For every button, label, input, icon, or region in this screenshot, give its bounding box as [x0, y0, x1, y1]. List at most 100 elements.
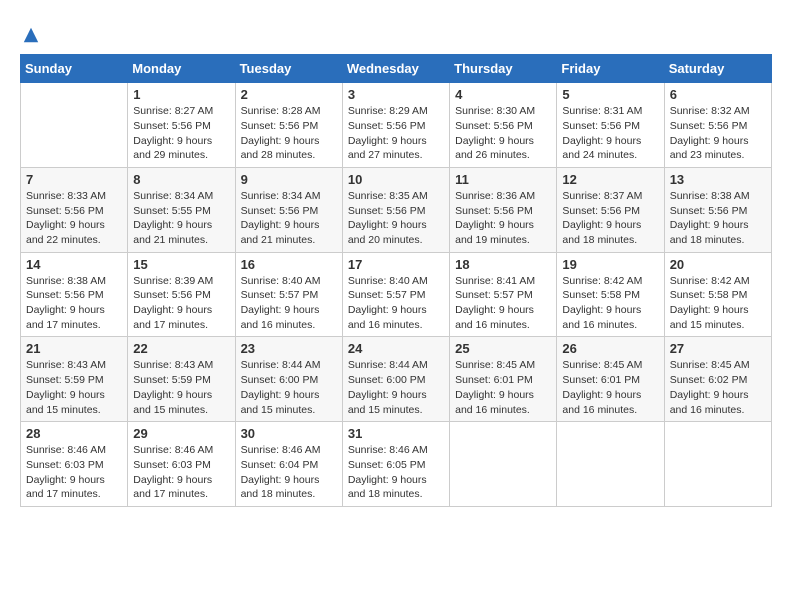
sunrise-text: Sunrise: 8:34 AM — [241, 190, 321, 202]
sunrise-text: Sunrise: 8:45 AM — [670, 359, 750, 371]
day-number: 11 — [455, 172, 551, 187]
sunset-text: Sunset: 5:56 PM — [455, 205, 533, 217]
day-number: 5 — [562, 87, 658, 102]
day-info: Sunrise: 8:40 AM Sunset: 5:57 PM Dayligh… — [241, 274, 337, 333]
sunset-text: Sunset: 5:56 PM — [562, 205, 640, 217]
sunset-text: Sunset: 5:56 PM — [670, 205, 748, 217]
day-info: Sunrise: 8:34 AM Sunset: 5:55 PM Dayligh… — [133, 189, 229, 248]
calendar-week-row: 21 Sunrise: 8:43 AM Sunset: 5:59 PM Dayl… — [21, 337, 772, 422]
day-info: Sunrise: 8:45 AM Sunset: 6:02 PM Dayligh… — [670, 358, 766, 417]
day-number: 12 — [562, 172, 658, 187]
day-info: Sunrise: 8:41 AM Sunset: 5:57 PM Dayligh… — [455, 274, 551, 333]
sunset-text: Sunset: 6:00 PM — [348, 374, 426, 386]
sunrise-text: Sunrise: 8:44 AM — [241, 359, 321, 371]
daylight-text: Daylight: 9 hours and 16 minutes. — [670, 389, 749, 416]
daylight-text: Daylight: 9 hours and 16 minutes. — [348, 304, 427, 331]
sunset-text: Sunset: 5:56 PM — [348, 205, 426, 217]
calendar-day-cell: 12 Sunrise: 8:37 AM Sunset: 5:56 PM Dayl… — [557, 167, 664, 252]
sunrise-text: Sunrise: 8:37 AM — [562, 190, 642, 202]
calendar-day-cell: 1 Sunrise: 8:27 AM Sunset: 5:56 PM Dayli… — [128, 83, 235, 168]
calendar-day-cell — [450, 422, 557, 507]
daylight-text: Daylight: 9 hours and 17 minutes. — [26, 304, 105, 331]
sunrise-text: Sunrise: 8:46 AM — [133, 444, 213, 456]
daylight-text: Daylight: 9 hours and 15 minutes. — [348, 389, 427, 416]
day-number: 22 — [133, 341, 229, 356]
daylight-text: Daylight: 9 hours and 22 minutes. — [26, 219, 105, 246]
day-number: 8 — [133, 172, 229, 187]
day-info: Sunrise: 8:34 AM Sunset: 5:56 PM Dayligh… — [241, 189, 337, 248]
sunset-text: Sunset: 5:56 PM — [670, 120, 748, 132]
daylight-text: Daylight: 9 hours and 26 minutes. — [455, 135, 534, 162]
day-info: Sunrise: 8:35 AM Sunset: 5:56 PM Dayligh… — [348, 189, 444, 248]
calendar-day-cell: 29 Sunrise: 8:46 AM Sunset: 6:03 PM Dayl… — [128, 422, 235, 507]
calendar-day-cell — [664, 422, 771, 507]
daylight-text: Daylight: 9 hours and 17 minutes. — [26, 474, 105, 501]
page-container: SundayMondayTuesdayWednesdayThursdayFrid… — [20, 20, 772, 507]
sunset-text: Sunset: 5:57 PM — [455, 289, 533, 301]
sunset-text: Sunset: 5:56 PM — [133, 289, 211, 301]
calendar-day-cell: 14 Sunrise: 8:38 AM Sunset: 5:56 PM Dayl… — [21, 252, 128, 337]
sunset-text: Sunset: 6:02 PM — [670, 374, 748, 386]
calendar-day-cell: 9 Sunrise: 8:34 AM Sunset: 5:56 PM Dayli… — [235, 167, 342, 252]
calendar-day-cell: 8 Sunrise: 8:34 AM Sunset: 5:55 PM Dayli… — [128, 167, 235, 252]
day-info: Sunrise: 8:43 AM Sunset: 5:59 PM Dayligh… — [133, 358, 229, 417]
calendar-day-cell: 5 Sunrise: 8:31 AM Sunset: 5:56 PM Dayli… — [557, 83, 664, 168]
day-info: Sunrise: 8:46 AM Sunset: 6:03 PM Dayligh… — [133, 443, 229, 502]
sunrise-text: Sunrise: 8:41 AM — [455, 275, 535, 287]
calendar-table: SundayMondayTuesdayWednesdayThursdayFrid… — [20, 54, 772, 507]
day-info: Sunrise: 8:33 AM Sunset: 5:56 PM Dayligh… — [26, 189, 122, 248]
day-number: 4 — [455, 87, 551, 102]
day-number: 29 — [133, 426, 229, 441]
day-number: 20 — [670, 257, 766, 272]
calendar-day-cell: 31 Sunrise: 8:46 AM Sunset: 6:05 PM Dayl… — [342, 422, 449, 507]
calendar-day-cell: 25 Sunrise: 8:45 AM Sunset: 6:01 PM Dayl… — [450, 337, 557, 422]
sunset-text: Sunset: 5:58 PM — [562, 289, 640, 301]
daylight-text: Daylight: 9 hours and 15 minutes. — [241, 389, 320, 416]
day-number: 9 — [241, 172, 337, 187]
daylight-text: Daylight: 9 hours and 27 minutes. — [348, 135, 427, 162]
sunrise-text: Sunrise: 8:42 AM — [670, 275, 750, 287]
calendar-day-cell: 18 Sunrise: 8:41 AM Sunset: 5:57 PM Dayl… — [450, 252, 557, 337]
sunrise-text: Sunrise: 8:39 AM — [133, 275, 213, 287]
header — [20, 20, 772, 44]
calendar-day-cell: 13 Sunrise: 8:38 AM Sunset: 5:56 PM Dayl… — [664, 167, 771, 252]
sunrise-text: Sunrise: 8:30 AM — [455, 105, 535, 117]
day-number: 7 — [26, 172, 122, 187]
sunrise-text: Sunrise: 8:40 AM — [348, 275, 428, 287]
sunrise-text: Sunrise: 8:29 AM — [348, 105, 428, 117]
daylight-text: Daylight: 9 hours and 29 minutes. — [133, 135, 212, 162]
daylight-text: Daylight: 9 hours and 16 minutes. — [455, 389, 534, 416]
calendar-day-cell: 30 Sunrise: 8:46 AM Sunset: 6:04 PM Dayl… — [235, 422, 342, 507]
day-info: Sunrise: 8:45 AM Sunset: 6:01 PM Dayligh… — [562, 358, 658, 417]
calendar-day-cell: 22 Sunrise: 8:43 AM Sunset: 5:59 PM Dayl… — [128, 337, 235, 422]
sunset-text: Sunset: 5:57 PM — [348, 289, 426, 301]
day-info: Sunrise: 8:28 AM Sunset: 5:56 PM Dayligh… — [241, 104, 337, 163]
day-number: 3 — [348, 87, 444, 102]
daylight-text: Daylight: 9 hours and 15 minutes. — [26, 389, 105, 416]
calendar-day-cell: 15 Sunrise: 8:39 AM Sunset: 5:56 PM Dayl… — [128, 252, 235, 337]
sunrise-text: Sunrise: 8:44 AM — [348, 359, 428, 371]
sunset-text: Sunset: 5:56 PM — [455, 120, 533, 132]
day-number: 1 — [133, 87, 229, 102]
weekday-header: Tuesday — [235, 55, 342, 83]
weekday-header-row: SundayMondayTuesdayWednesdayThursdayFrid… — [21, 55, 772, 83]
daylight-text: Daylight: 9 hours and 16 minutes. — [241, 304, 320, 331]
day-number: 25 — [455, 341, 551, 356]
sunset-text: Sunset: 6:00 PM — [241, 374, 319, 386]
sunrise-text: Sunrise: 8:28 AM — [241, 105, 321, 117]
day-number: 6 — [670, 87, 766, 102]
sunset-text: Sunset: 5:56 PM — [562, 120, 640, 132]
day-info: Sunrise: 8:29 AM Sunset: 5:56 PM Dayligh… — [348, 104, 444, 163]
day-number: 15 — [133, 257, 229, 272]
sunset-text: Sunset: 5:58 PM — [670, 289, 748, 301]
day-number: 10 — [348, 172, 444, 187]
calendar-week-row: 7 Sunrise: 8:33 AM Sunset: 5:56 PM Dayli… — [21, 167, 772, 252]
sunrise-text: Sunrise: 8:32 AM — [670, 105, 750, 117]
calendar-day-cell — [21, 83, 128, 168]
sunrise-text: Sunrise: 8:31 AM — [562, 105, 642, 117]
calendar-day-cell: 6 Sunrise: 8:32 AM Sunset: 5:56 PM Dayli… — [664, 83, 771, 168]
calendar-day-cell: 28 Sunrise: 8:46 AM Sunset: 6:03 PM Dayl… — [21, 422, 128, 507]
day-number: 21 — [26, 341, 122, 356]
daylight-text: Daylight: 9 hours and 16 minutes. — [455, 304, 534, 331]
day-info: Sunrise: 8:30 AM Sunset: 5:56 PM Dayligh… — [455, 104, 551, 163]
